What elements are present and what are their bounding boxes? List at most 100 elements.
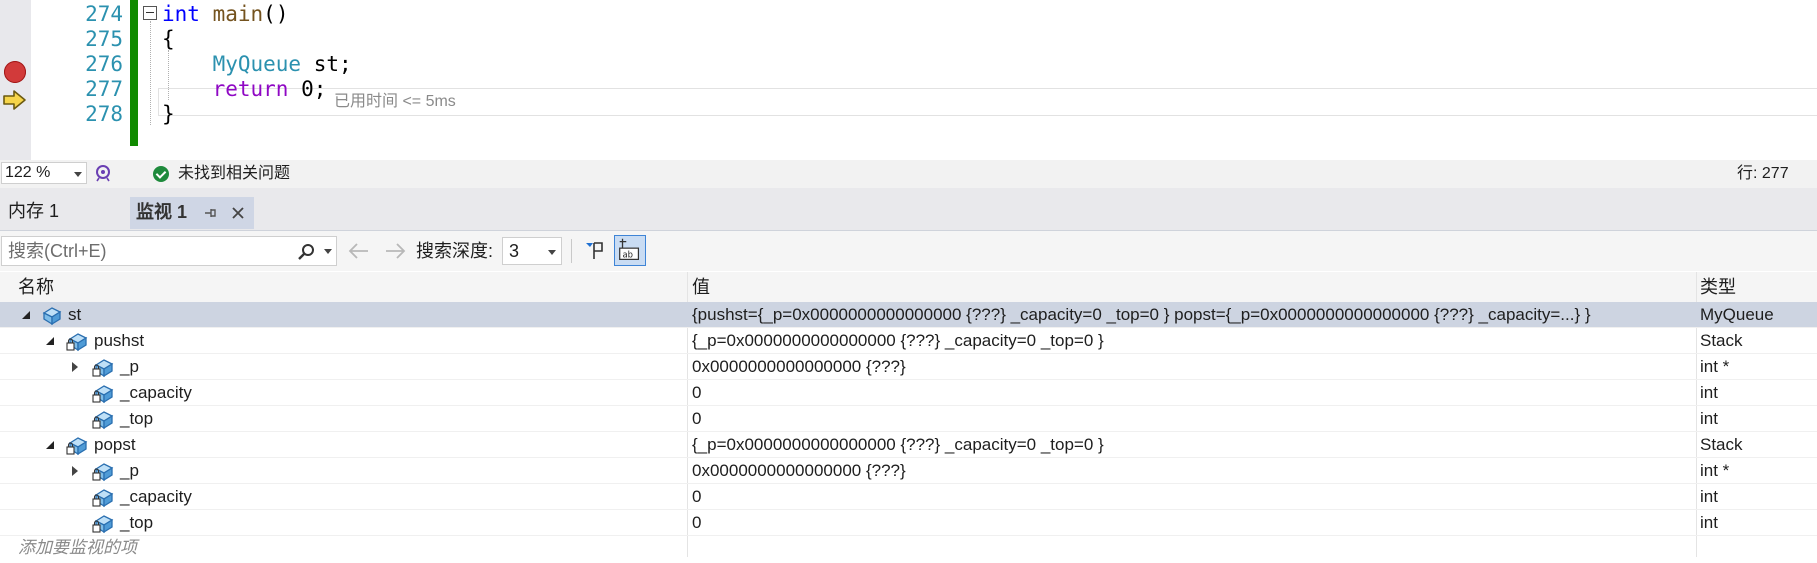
column-header-type[interactable]: 类型 bbox=[1700, 276, 1736, 298]
search-depth-select[interactable]: 3 bbox=[502, 237, 562, 265]
watch-object-icon bbox=[92, 489, 114, 508]
watch-name: _capacity bbox=[120, 487, 192, 506]
collapse-triangle-icon[interactable] bbox=[46, 337, 54, 345]
line-indicator[interactable]: 行: 277 bbox=[1737, 164, 1817, 184]
issues-status[interactable]: 未找到相关问题 bbox=[178, 164, 290, 184]
toolbar-separator bbox=[571, 239, 572, 263]
watch-name: _p bbox=[120, 357, 139, 376]
watch-row[interactable]: st {pushst={_p=0x0000000000000000 {???} _… bbox=[0, 302, 1817, 328]
column-header-name[interactable]: 名称 bbox=[18, 276, 54, 298]
watch-type: Stack bbox=[1700, 435, 1743, 454]
code-line[interactable]: return 0; bbox=[162, 75, 327, 104]
watch-value[interactable]: 0x0000000000000000 {???} bbox=[692, 356, 906, 378]
expand-triangle-icon[interactable] bbox=[72, 362, 78, 372]
watch-row[interactable]: popst {_p=0x0000000000000000 {???} _capac… bbox=[0, 432, 1817, 458]
code-line[interactable]: } bbox=[162, 100, 175, 129]
line-numbers: 274 275 276 277 278 bbox=[31, 0, 131, 160]
watch-name: _p bbox=[120, 461, 139, 480]
watch-type: Stack bbox=[1700, 331, 1743, 350]
watch-name: _top bbox=[120, 409, 154, 428]
watch-object-icon bbox=[42, 307, 62, 326]
tab-memory-1[interactable]: 内存 1 bbox=[0, 197, 128, 225]
check-circle-icon bbox=[153, 166, 169, 182]
collapse-triangle-icon[interactable] bbox=[46, 441, 54, 449]
watch-name: popst bbox=[94, 435, 136, 454]
code-line[interactable]: int main() bbox=[162, 0, 288, 29]
watch-value[interactable]: 0 bbox=[692, 486, 701, 508]
watch-type: int bbox=[1700, 409, 1718, 428]
line-number: 278 bbox=[85, 102, 123, 126]
intellicode-icon[interactable] bbox=[94, 164, 112, 182]
watch-value[interactable]: 0x0000000000000000 {???} bbox=[692, 460, 906, 482]
watch-value[interactable]: 0 bbox=[692, 408, 701, 430]
search-depth-label: 搜索深度: bbox=[416, 241, 494, 261]
hex-display-icon: ab bbox=[619, 238, 640, 260]
add-watch-row[interactable]: 添加要监视的项 bbox=[0, 537, 1817, 563]
watch-object-icon bbox=[92, 515, 114, 534]
chevron-down-icon bbox=[74, 172, 82, 177]
tab-watch-1[interactable]: 监视 1 bbox=[130, 197, 254, 229]
watch-grid-header: 名称 值 类型 bbox=[0, 272, 1817, 303]
watch-name: st bbox=[68, 305, 82, 324]
code-token: { bbox=[162, 27, 175, 51]
expand-triangle-icon[interactable] bbox=[72, 466, 78, 476]
watch-row[interactable]: _top 0 int bbox=[0, 406, 1817, 432]
hex-display-button[interactable]: ab bbox=[614, 235, 646, 266]
watch-row[interactable]: _p 0x0000000000000000 {???} int * bbox=[0, 354, 1817, 380]
forward-arrow-icon[interactable] bbox=[384, 241, 406, 261]
watch-row[interactable]: pushst {_p=0x0000000000000000 {???} _capa… bbox=[0, 328, 1817, 354]
code-token: () bbox=[263, 2, 289, 26]
glyph-margin[interactable] bbox=[0, 0, 31, 160]
code-token: st; bbox=[301, 52, 352, 76]
watch-type: int * bbox=[1700, 357, 1730, 376]
watch-row[interactable]: _p 0x0000000000000000 {???} int * bbox=[0, 458, 1817, 484]
back-arrow-icon[interactable] bbox=[348, 241, 370, 261]
svg-text:ab: ab bbox=[623, 250, 634, 260]
watch-row[interactable]: _capacity 0 int bbox=[0, 380, 1817, 406]
zoom-select[interactable]: 122 % bbox=[1, 162, 87, 184]
watch-toolbar: 搜索深度: 3 ab bbox=[0, 231, 1817, 271]
chevron-down-icon[interactable] bbox=[324, 249, 332, 254]
watch-value[interactable]: 0 bbox=[692, 512, 701, 534]
current-statement-arrow-icon bbox=[3, 90, 26, 110]
watch-value[interactable]: {pushst={_p=0x0000000000000000 {???} _ca… bbox=[692, 304, 1591, 326]
watch-object-icon bbox=[66, 437, 88, 456]
watch-value[interactable]: 0 bbox=[692, 382, 701, 404]
watch-row[interactable]: _capacity 0 int bbox=[0, 484, 1817, 510]
watch-object-icon bbox=[92, 463, 114, 482]
watch-row[interactable]: _top 0 int bbox=[0, 510, 1817, 536]
watch-name: pushst bbox=[94, 331, 145, 350]
search-icon[interactable] bbox=[297, 243, 315, 261]
pin-icon[interactable] bbox=[202, 205, 218, 221]
watch-type: int bbox=[1700, 513, 1718, 532]
code-token: return bbox=[212, 77, 289, 101]
watch-object-icon bbox=[66, 333, 88, 352]
watch-value[interactable]: {_p=0x0000000000000000 {???} _capacity=0… bbox=[692, 330, 1104, 352]
tool-window-tabstrip: 内存 1 监视 1 bbox=[0, 188, 1817, 231]
change-tracking-bar bbox=[130, 0, 138, 146]
close-icon[interactable] bbox=[230, 205, 246, 221]
watch-search-box[interactable] bbox=[1, 236, 337, 266]
breakpoint-icon[interactable] bbox=[4, 61, 26, 83]
chevron-down-icon bbox=[548, 250, 556, 255]
watch-name: _top bbox=[120, 513, 154, 532]
editor-status-bar: 122 % 未找到相关问题 行: 277 bbox=[0, 160, 1817, 188]
watch-type: MyQueue bbox=[1700, 305, 1774, 324]
watch-object-icon bbox=[92, 359, 114, 378]
watch-object-icon bbox=[92, 385, 114, 404]
column-header-value[interactable]: 值 bbox=[692, 276, 710, 298]
filter-icon[interactable] bbox=[583, 239, 607, 263]
watch-search-input[interactable] bbox=[8, 240, 278, 262]
code-token: int bbox=[162, 2, 200, 26]
add-watch-placeholder[interactable]: 添加要监视的项 bbox=[18, 537, 137, 559]
code-token: 0; bbox=[288, 77, 327, 101]
zoom-value: 122 % bbox=[5, 164, 51, 181]
watch-value[interactable]: {_p=0x0000000000000000 {???} _capacity=0… bbox=[692, 434, 1104, 456]
tab-watch-label: 监视 1 bbox=[136, 202, 188, 222]
outline-guide bbox=[150, 21, 151, 125]
collapse-triangle-icon[interactable] bbox=[22, 311, 30, 319]
code-editor[interactable]: 274 275 276 277 278 int main(){ MyQueue … bbox=[0, 0, 1817, 160]
code-token: MyQueue bbox=[212, 52, 302, 76]
collapse-toggle-icon[interactable] bbox=[143, 6, 157, 20]
